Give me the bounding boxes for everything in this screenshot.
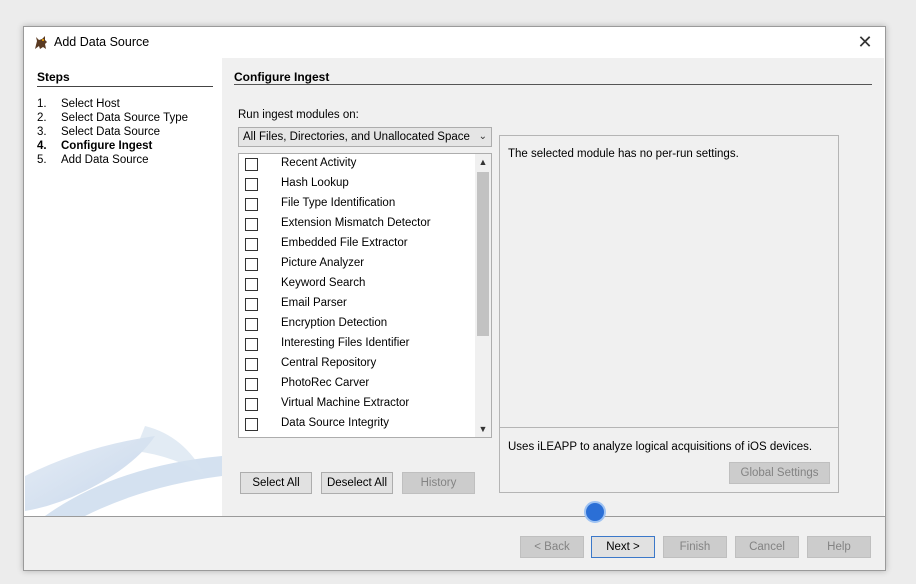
steps-divider xyxy=(37,86,213,87)
scrollbar-thumb[interactable] xyxy=(477,172,489,336)
select-all-button[interactable]: Select All xyxy=(240,472,312,494)
module-row[interactable]: Hash Lookup xyxy=(239,174,477,194)
deselect-all-button[interactable]: Deselect All xyxy=(321,472,393,494)
ingest-module-list[interactable]: Recent Activity Hash Lookup File Type Id… xyxy=(238,153,492,438)
steps-heading: Steps xyxy=(37,70,70,84)
configure-ingest-panel: Configure Ingest Run ingest modules on: … xyxy=(222,58,884,516)
module-checkbox[interactable] xyxy=(245,158,258,171)
mouse-cursor-indicator xyxy=(584,501,606,523)
module-checkbox[interactable] xyxy=(245,358,258,371)
module-checkbox[interactable] xyxy=(245,418,258,431)
module-row[interactable]: Extension Mismatch Detector xyxy=(239,214,477,234)
global-settings-button[interactable]: Global Settings xyxy=(729,462,830,484)
module-row[interactable]: File Type Identification xyxy=(239,194,477,214)
window-title: Add Data Source xyxy=(54,35,150,49)
help-button[interactable]: Help xyxy=(807,536,871,558)
module-row[interactable]: Picture Analyzer xyxy=(239,254,477,274)
per-run-settings-text: The selected module has no per-run setti… xyxy=(508,148,739,160)
module-description: Uses iLEAPP to analyze logical acquisiti… xyxy=(508,441,813,453)
scroll-up-arrow-icon[interactable]: ▲ xyxy=(475,154,491,170)
scroll-down-arrow-icon[interactable]: ▼ xyxy=(475,421,491,437)
title-divider xyxy=(234,84,872,85)
module-list-scrollbar[interactable]: ▲ ▼ xyxy=(475,154,491,437)
run-on-dropdown[interactable]: All Files, Directories, and Unallocated … xyxy=(238,127,492,147)
module-checkbox[interactable] xyxy=(245,238,258,251)
step-item: 5. Add Data Source xyxy=(37,154,149,166)
module-row[interactable]: PhotoRec Carver xyxy=(239,374,477,394)
steps-list: 1. Select Host 2. Select Data Source Type … xyxy=(37,97,188,167)
run-on-selected-value: All Files, Directories, and Unallocated … xyxy=(243,131,470,143)
module-checkbox[interactable] xyxy=(245,338,258,351)
module-checkbox[interactable] xyxy=(245,278,258,291)
module-row[interactable]: Central Repository xyxy=(239,354,477,374)
step-item: 3. Select Data Source xyxy=(37,126,161,138)
module-row[interactable]: Recent Activity xyxy=(239,154,477,174)
module-checkbox[interactable] xyxy=(245,298,258,311)
wizard-footer: < Back Next > Finish Cancel Help xyxy=(24,517,885,570)
chevron-down-icon: ⌄ xyxy=(478,131,487,142)
run-on-label: Run ingest modules on: xyxy=(238,109,359,121)
decorative-swoosh xyxy=(25,426,222,516)
next-button[interactable]: Next > xyxy=(591,536,655,558)
module-settings-panel: The selected module has no per-run setti… xyxy=(499,135,839,493)
cancel-button[interactable]: Cancel xyxy=(735,536,799,558)
module-checkbox[interactable] xyxy=(245,218,258,231)
finish-button[interactable]: Finish xyxy=(663,536,727,558)
module-row[interactable]: Keyword Search xyxy=(239,274,477,294)
close-icon[interactable]: ✕ xyxy=(854,31,876,53)
title-bar: Add Data Source ✕ xyxy=(24,27,885,57)
add-data-source-dialog: Add Data Source ✕ Steps 1. Select Host 2.… xyxy=(23,26,886,571)
module-row[interactable]: Virtual Machine Extractor xyxy=(239,394,477,414)
autopsy-dog-icon xyxy=(33,35,49,51)
history-button[interactable]: History xyxy=(402,472,475,494)
module-checkbox[interactable] xyxy=(245,198,258,211)
module-checkbox[interactable] xyxy=(245,398,258,411)
module-row[interactable]: Embedded File Extractor xyxy=(239,234,477,254)
module-row[interactable]: Encryption Detection xyxy=(239,314,477,334)
step-item-current: 4. Configure Ingest xyxy=(37,140,153,152)
module-row[interactable]: Interesting Files Identifier xyxy=(239,334,477,354)
page-title: Configure Ingest xyxy=(234,70,330,84)
module-checkbox[interactable] xyxy=(245,378,258,391)
module-row[interactable]: Data Source Integrity xyxy=(239,414,477,434)
steps-panel: Steps 1. Select Host 2. Select Data Source… xyxy=(25,58,222,516)
per-run-settings-box: The selected module has no per-run setti… xyxy=(500,136,838,428)
module-row[interactable]: Email Parser xyxy=(239,294,477,314)
back-button[interactable]: < Back xyxy=(520,536,584,558)
module-checkbox[interactable] xyxy=(245,178,258,191)
step-item: 2. Select Data Source Type xyxy=(37,112,188,124)
module-checkbox[interactable] xyxy=(245,318,258,331)
step-item: 1. Select Host xyxy=(37,98,120,110)
module-checkbox[interactable] xyxy=(245,258,258,271)
